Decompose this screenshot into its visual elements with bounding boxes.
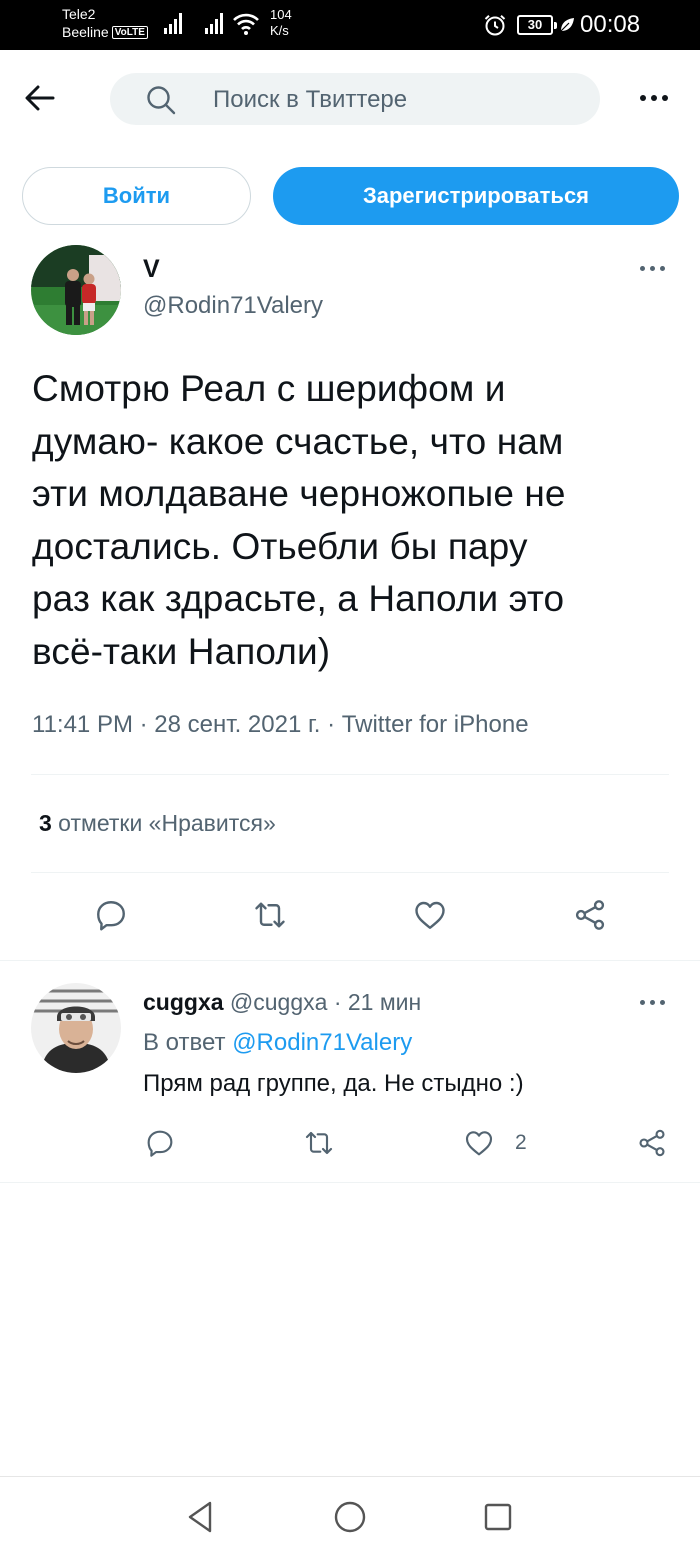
nav-home-button[interactable] <box>330 1497 370 1537</box>
back-button[interactable] <box>20 80 60 116</box>
author-handle[interactable]: @Rodin71Valery <box>143 291 323 321</box>
reply-author-name[interactable]: cuggxa <box>143 989 224 1015</box>
signup-button[interactable]: Зарегистрироваться <box>273 167 679 225</box>
battery-indicator: 30 <box>517 15 557 35</box>
clock: 00:08 <box>580 11 641 38</box>
author-name[interactable]: V <box>143 254 160 284</box>
divider <box>31 872 669 873</box>
heart-icon <box>415 901 445 929</box>
nav-recents-button[interactable] <box>478 1497 518 1537</box>
divider <box>0 960 700 961</box>
reply-author-avatar[interactable] <box>31 983 121 1073</box>
speed-value: 104 <box>270 7 292 22</box>
reply-share-button[interactable] <box>630 1121 674 1165</box>
network-speed: 104 K/s <box>270 7 292 39</box>
reply-more-button[interactable] <box>632 992 672 1012</box>
search-placeholder: Поиск в Твиттере <box>213 86 408 113</box>
retweet-button[interactable] <box>248 893 292 937</box>
nav-back-button[interactable] <box>180 1497 220 1537</box>
likes-label: отметки «Нравится» <box>51 810 276 836</box>
tweet-text-line: эти молдаване черножопые не <box>32 473 566 514</box>
reply-header: cuggxa @cuggxa · 21 мин <box>143 987 421 1017</box>
speed-unit: K/s <box>270 23 289 38</box>
reply-icon <box>147 1130 173 1157</box>
signal-icon-2 <box>205 12 227 34</box>
wifi-icon <box>233 13 259 35</box>
reply-icon <box>97 901 125 931</box>
carrier-2-row: Beeline VoLTE <box>62 23 148 41</box>
avatar-photo <box>31 245 121 335</box>
alarm-icon <box>484 15 506 36</box>
author-avatar[interactable] <box>31 245 121 335</box>
retweet-icon <box>255 902 285 928</box>
more-icon <box>639 265 665 271</box>
status-bar: Tele2 Beeline VoLTE 104 K/s 30 00:08 <box>0 0 700 50</box>
more-icon <box>640 95 668 101</box>
carrier-info: Tele2 Beeline VoLTE <box>62 5 148 41</box>
reply-retweet-button[interactable] <box>297 1121 341 1165</box>
tweet-timestamp[interactable]: 11:41 PM · 28 сент. 2021 г. · Twitter fo… <box>32 709 529 741</box>
more-icon <box>639 999 665 1005</box>
reply-reply-button[interactable] <box>138 1121 182 1165</box>
carrier-1: Tele2 <box>62 6 96 22</box>
reply-button[interactable] <box>89 893 133 937</box>
arrow-left-icon <box>25 85 55 111</box>
tweet-text-line: всё-таки Наполи) <box>32 630 331 672</box>
like-button[interactable] <box>408 893 452 937</box>
reply-to: В ответ @Rodin71Valery <box>143 1028 412 1058</box>
tweet-text-line: думаю- какое счастье, что нам <box>32 420 564 462</box>
divider <box>0 1182 700 1183</box>
circle-home-icon <box>334 1501 366 1533</box>
likes-count: 3 <box>39 810 52 836</box>
system-nav-bar <box>0 1476 700 1556</box>
login-button[interactable]: Войти <box>22 167 251 225</box>
signal-icon <box>164 12 186 34</box>
heart-icon <box>465 1131 493 1156</box>
triangle-back-icon <box>188 1501 212 1533</box>
search-icon <box>147 86 176 115</box>
tweet-text: Смотрю Реал с шерифом и думаю- какое сча… <box>32 363 682 678</box>
volte-badge: VoLTE <box>111 25 148 39</box>
reply-time: · 21 мин <box>327 989 422 1015</box>
carrier-2: Beeline <box>62 24 109 40</box>
share-icon <box>639 1129 665 1157</box>
reply-like-button[interactable] <box>457 1121 501 1165</box>
reply-author-handle[interactable]: @cuggxa <box>230 989 328 1015</box>
tweet-text-line: Смотрю Реал с шерифом и <box>32 368 506 409</box>
reply-to-prefix: В ответ <box>143 1029 233 1056</box>
reply-text: Прям рад группе, да. Не стыдно :) <box>143 1070 524 1097</box>
share-button[interactable] <box>568 893 612 937</box>
tweet-more-button[interactable] <box>632 258 672 278</box>
tweet-text-line: достались. Отьебли бы пару <box>32 525 528 567</box>
likes-summary[interactable]: 3 отметки «Нравится» <box>39 808 276 838</box>
divider <box>31 774 669 775</box>
search-input[interactable]: Поиск в Твиттере <box>110 73 600 125</box>
leaf-icon <box>560 18 574 32</box>
retweet-icon <box>305 1131 333 1155</box>
more-options-button[interactable] <box>630 86 678 110</box>
avatar-photo <box>31 983 121 1073</box>
square-recents-icon <box>484 1503 512 1531</box>
reply-like-count: 2 <box>515 1131 527 1154</box>
reply-to-mention[interactable]: @Rodin71Valery <box>232 1029 412 1056</box>
top-bar: Поиск в Твиттере <box>0 50 700 146</box>
tweet-text-line: раз как здрасьте, а Наполи это <box>32 578 565 619</box>
share-icon <box>575 900 605 930</box>
